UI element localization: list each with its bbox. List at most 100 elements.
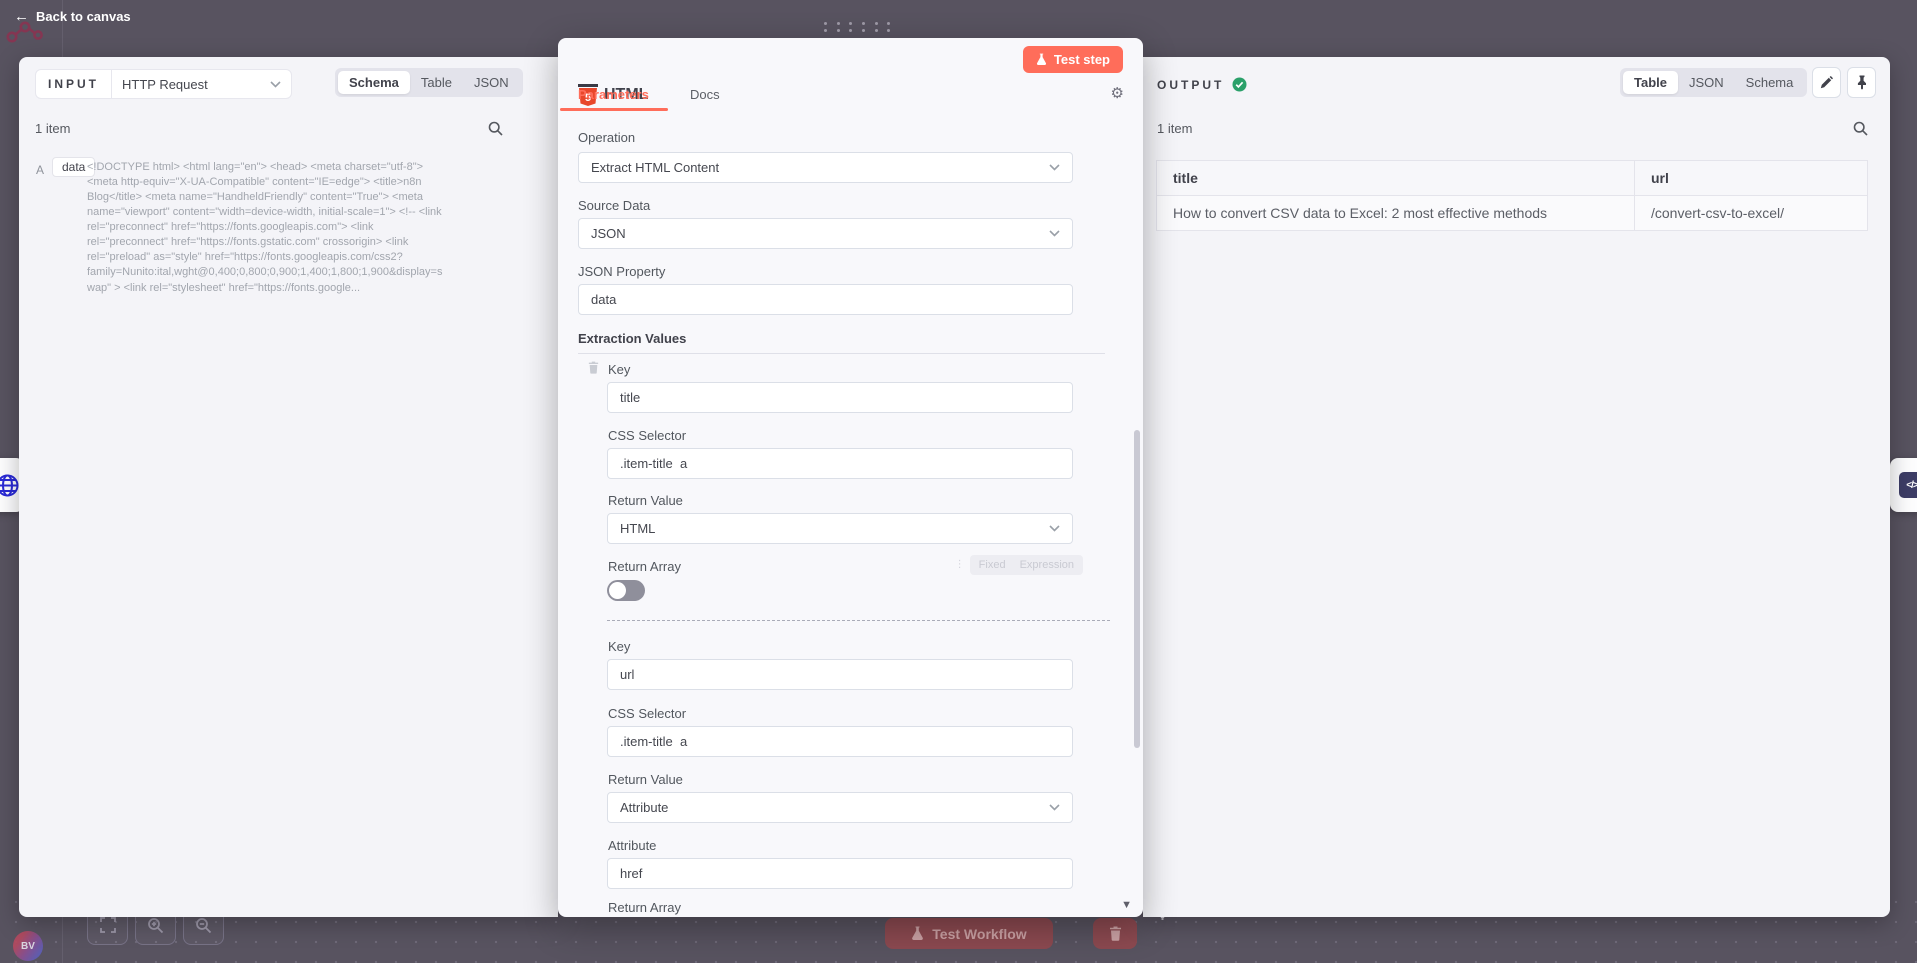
delete-node-button[interactable] bbox=[1093, 918, 1137, 949]
css-selector-value[interactable] bbox=[620, 456, 1060, 471]
node-settings-gear-icon[interactable]: ⚙ bbox=[1111, 84, 1124, 102]
table-header-row: title url bbox=[1157, 161, 1867, 196]
test-step-label: Test step bbox=[1054, 52, 1110, 67]
key-input[interactable] bbox=[607, 382, 1073, 413]
output-tab-table[interactable]: Table bbox=[1623, 71, 1678, 94]
css-selector-label: CSS Selector bbox=[608, 428, 686, 443]
return-value-value: HTML bbox=[620, 521, 655, 536]
cell-url: /convert-csv-to-excel/ bbox=[1634, 196, 1867, 230]
node-detail-modal: 5 HTML Test step Parameters Docs ⚙ Opera… bbox=[558, 38, 1143, 917]
return-value-label: Return Value bbox=[608, 493, 683, 508]
output-node-tab[interactable]: </> bbox=[1890, 458, 1917, 512]
operation-select[interactable]: Extract HTML Content bbox=[578, 152, 1073, 183]
trash-icon bbox=[1109, 926, 1122, 941]
key-label: Key bbox=[608, 362, 630, 377]
operation-value: Extract HTML Content bbox=[591, 160, 719, 175]
extraction-values-section-title: Extraction Values bbox=[578, 331, 1105, 354]
key-input[interactable] bbox=[607, 659, 1073, 690]
table-row[interactable]: How to convert CSV data to Excel: 2 most… bbox=[1157, 196, 1867, 230]
return-value-select[interactable]: Attribute bbox=[607, 792, 1073, 823]
input-tab-schema[interactable]: Schema bbox=[338, 71, 410, 94]
output-search-icon[interactable] bbox=[1853, 121, 1868, 136]
attribute-label: Attribute bbox=[608, 838, 656, 853]
input-source-value: HTTP Request bbox=[112, 77, 270, 92]
input-panel: INPUT HTTP Request Schema Table JSON 1 i… bbox=[19, 57, 558, 917]
chevron-down-icon bbox=[1049, 804, 1060, 811]
remove-extraction-icon[interactable] bbox=[588, 361, 599, 374]
input-panel-label: INPUT bbox=[36, 70, 112, 98]
output-panel-label: OUTPUT bbox=[1157, 78, 1224, 92]
css-selector-label: CSS Selector bbox=[608, 706, 686, 721]
return-value-label: Return Value bbox=[608, 772, 683, 787]
zoom-out-icon bbox=[195, 917, 212, 934]
output-view-toggle: Table JSON Schema bbox=[1620, 68, 1807, 97]
scroll-down-indicator[interactable]: ▼ bbox=[1121, 899, 1132, 911]
return-array-label: Return Array bbox=[608, 900, 681, 915]
fixed-expression-toggle: ⋮ Fixed Expression bbox=[955, 555, 1083, 575]
zoom-in-icon bbox=[147, 917, 164, 934]
output-tab-json[interactable]: JSON bbox=[1678, 71, 1735, 94]
output-panel: OUTPUT Table JSON Schema 1 item title ur… bbox=[1143, 57, 1890, 917]
cell-title: How to convert CSV data to Excel: 2 most… bbox=[1157, 196, 1634, 230]
column-header-url[interactable]: url bbox=[1634, 161, 1867, 196]
chevron-down-icon bbox=[270, 81, 281, 88]
chevron-down-icon bbox=[1049, 164, 1060, 171]
avatar-initials: BV bbox=[21, 941, 35, 952]
pencil-icon bbox=[1820, 76, 1833, 89]
tab-parameters[interactable]: Parameters bbox=[578, 87, 649, 102]
active-tab-underline bbox=[560, 108, 668, 111]
json-property-label: JSON Property bbox=[578, 264, 665, 279]
test-step-button[interactable]: Test step bbox=[1023, 46, 1123, 73]
pin-icon bbox=[1856, 75, 1868, 90]
input-search-icon[interactable] bbox=[488, 121, 503, 136]
json-property-value[interactable] bbox=[591, 292, 1060, 307]
output-tab-schema[interactable]: Schema bbox=[1735, 71, 1805, 94]
success-check-icon bbox=[1232, 77, 1247, 92]
attribute-input[interactable] bbox=[607, 858, 1073, 889]
css-selector-input[interactable] bbox=[607, 726, 1073, 757]
panel-drag-handle[interactable] bbox=[824, 22, 892, 32]
toggle-knob bbox=[609, 582, 626, 599]
source-data-select[interactable]: JSON bbox=[578, 218, 1073, 249]
input-view-toggle: Schema Table JSON bbox=[335, 68, 523, 97]
input-source-select[interactable]: INPUT HTTP Request bbox=[35, 69, 292, 99]
input-tab-json[interactable]: JSON bbox=[463, 71, 520, 94]
flask-icon bbox=[1036, 53, 1047, 66]
tab-docs[interactable]: Docs bbox=[690, 87, 720, 102]
css-selector-value[interactable] bbox=[620, 734, 1060, 749]
n8n-logo bbox=[5, 18, 51, 44]
zoom-to-fit-icon bbox=[100, 917, 116, 933]
return-value-select[interactable]: HTML bbox=[607, 513, 1073, 544]
expression-chip[interactable]: Expression bbox=[1013, 557, 1081, 573]
test-workflow-label: Test Workflow bbox=[932, 926, 1026, 942]
key-value[interactable] bbox=[620, 390, 1060, 405]
schema-type-icon: A bbox=[36, 163, 44, 177]
css-selector-input[interactable] bbox=[607, 448, 1073, 479]
test-workflow-button[interactable]: Test Workflow bbox=[885, 918, 1053, 949]
input-items-count: 1 item bbox=[35, 121, 70, 136]
output-table: title url How to convert CSV data to Exc… bbox=[1156, 160, 1868, 231]
column-header-title[interactable]: title bbox=[1157, 161, 1634, 196]
source-data-value: JSON bbox=[591, 226, 626, 241]
pin-output-button[interactable] bbox=[1847, 67, 1876, 98]
user-avatar[interactable]: BV bbox=[13, 931, 43, 961]
schema-field-value: <!DOCTYPE html> <html lang="en"> <head> … bbox=[87, 160, 445, 296]
operation-label: Operation bbox=[578, 130, 635, 145]
source-data-label: Source Data bbox=[578, 198, 650, 213]
key-value[interactable] bbox=[620, 667, 1060, 682]
edit-output-button[interactable] bbox=[1812, 67, 1841, 98]
output-items-count: 1 item bbox=[1157, 121, 1192, 136]
json-property-input[interactable] bbox=[578, 284, 1073, 315]
options-dots-icon[interactable]: ⋮ bbox=[955, 560, 965, 570]
input-tab-table[interactable]: Table bbox=[410, 71, 463, 94]
return-array-label: Return Array bbox=[608, 559, 681, 574]
chevron-down-icon bbox=[1049, 525, 1060, 532]
globe-icon bbox=[0, 473, 20, 498]
modal-scrollbar[interactable] bbox=[1134, 430, 1140, 748]
extraction-separator bbox=[607, 620, 1110, 621]
code-icon: </> bbox=[1899, 472, 1917, 498]
fixed-chip[interactable]: Fixed bbox=[972, 557, 1013, 573]
attribute-value[interactable] bbox=[620, 866, 1060, 881]
key-label: Key bbox=[608, 639, 630, 654]
return-array-toggle[interactable] bbox=[607, 580, 645, 601]
